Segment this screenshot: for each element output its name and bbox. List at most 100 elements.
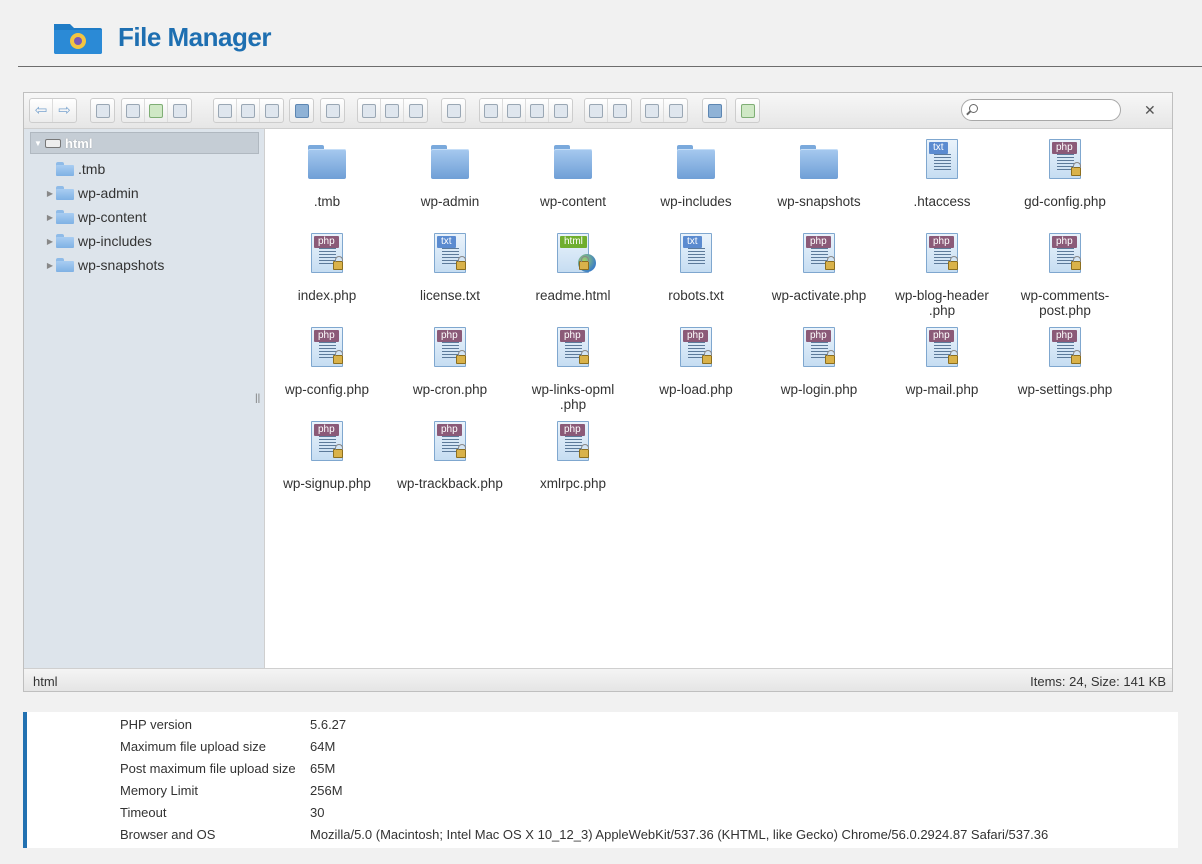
- file-item[interactable]: wp-admin: [390, 135, 510, 209]
- folder-gear-icon: [54, 24, 102, 54]
- mkfile-button[interactable]: [145, 99, 168, 122]
- folder-icon: [56, 258, 74, 272]
- search-box[interactable]: [961, 99, 1121, 121]
- info-icon: [294, 103, 309, 118]
- file-item[interactable]: wp-content: [513, 135, 633, 209]
- expand-icon[interactable]: ▶: [44, 237, 56, 246]
- file-item[interactable]: php wp-login.php: [759, 323, 879, 397]
- select-button[interactable]: [260, 99, 283, 122]
- file-item[interactable]: wp-includes: [636, 135, 756, 209]
- file-item[interactable]: txt license.txt: [390, 229, 510, 303]
- file-item[interactable]: php wp-load.php: [636, 323, 756, 397]
- file-item[interactable]: php wp-settings.php: [1005, 323, 1125, 397]
- resize-icon: [553, 103, 568, 118]
- lock-icon: [333, 444, 343, 458]
- tree-item-wp-snapshots[interactable]: ▶ wp-snapshots: [44, 255, 164, 275]
- lock-icon: [579, 444, 589, 458]
- file-item[interactable]: php gd-config.php: [1005, 135, 1125, 209]
- current-path: html: [33, 674, 58, 689]
- file-item[interactable]: .tmb: [267, 135, 387, 209]
- help-button[interactable]: [703, 99, 726, 122]
- file-name: wp-mail.php: [905, 382, 979, 397]
- forward-button[interactable]: ⇨: [53, 99, 76, 122]
- file-item[interactable]: php wp-signup.php: [267, 417, 387, 491]
- file-item[interactable]: txt .htaccess: [882, 135, 1002, 209]
- archive-button[interactable]: [608, 99, 631, 122]
- open-button[interactable]: [214, 99, 237, 122]
- paste-button[interactable]: [404, 99, 427, 122]
- file-type-tag: php: [1052, 330, 1077, 342]
- html-file-icon: html: [547, 229, 599, 285]
- php-file-icon: php: [793, 229, 845, 285]
- expand-icon[interactable]: ▶: [44, 261, 56, 270]
- sysinfo-value: 5.6.27: [310, 717, 347, 732]
- rename-button[interactable]: [503, 99, 526, 122]
- file-type-tag: php: [314, 330, 339, 342]
- file-item[interactable]: php index.php: [267, 229, 387, 303]
- tree-item-wp-includes[interactable]: ▶ wp-includes: [44, 231, 152, 251]
- file-type-tag: php: [314, 236, 339, 248]
- back-button[interactable]: ⇦: [30, 99, 53, 122]
- view-button[interactable]: [641, 99, 664, 122]
- view-icon: [645, 103, 659, 118]
- info-button[interactable]: [290, 99, 313, 122]
- file-item[interactable]: php wp-links-opml .php: [513, 323, 633, 412]
- file-name: wp-login.php: [780, 382, 858, 397]
- fullscreen-button[interactable]: [736, 99, 759, 122]
- toolbar-group: ⇦ ⇨: [29, 98, 77, 123]
- pane-resize-handle[interactable]: ||: [255, 393, 260, 404]
- php-file-icon: php: [424, 323, 476, 379]
- duplicate-button[interactable]: [480, 99, 503, 122]
- edit-button[interactable]: [526, 99, 549, 122]
- folder-icon: [670, 135, 722, 191]
- sysinfo-value: 65M: [310, 761, 336, 776]
- toolbar-group: [121, 98, 192, 123]
- file-item[interactable]: php wp-config.php: [267, 323, 387, 397]
- clear-search-icon[interactable]: ✕: [1144, 102, 1156, 119]
- file-item[interactable]: php wp-cron.php: [390, 323, 510, 397]
- file-name: wp-settings.php: [1017, 382, 1113, 397]
- cut-icon: [385, 103, 399, 118]
- collapse-icon[interactable]: ▼: [31, 139, 45, 148]
- rm-button[interactable]: [442, 99, 465, 122]
- tree-item-tmb[interactable]: ▶.tmb: [44, 159, 105, 179]
- tree-item-wp-admin[interactable]: ▶ wp-admin: [44, 183, 139, 203]
- file-item[interactable]: php xmlrpc.php: [513, 417, 633, 491]
- toolbar-group: [289, 98, 314, 123]
- quicklook-button[interactable]: [321, 99, 344, 122]
- download-button[interactable]: [237, 99, 260, 122]
- tree-root-html[interactable]: ▼ html: [30, 132, 259, 154]
- copy-icon: [362, 103, 376, 118]
- file-name: wp-content: [539, 194, 607, 209]
- folder-icon: [793, 135, 845, 191]
- lock-icon: [948, 256, 958, 270]
- file-type-tag: php: [929, 330, 954, 342]
- upload-button[interactable]: [168, 99, 191, 122]
- file-item[interactable]: php wp-activate.php: [759, 229, 879, 303]
- toolbar-group: [735, 98, 760, 123]
- resize-button[interactable]: [549, 99, 572, 122]
- edit-icon: [530, 103, 544, 118]
- expand-icon[interactable]: ▶: [44, 213, 56, 222]
- file-item[interactable]: html readme.html: [513, 229, 633, 303]
- lock-icon: [948, 350, 958, 364]
- toolbar-group: [90, 98, 115, 123]
- extract-button[interactable]: [585, 99, 608, 122]
- tree-item-wp-content[interactable]: ▶ wp-content: [44, 207, 147, 227]
- file-item[interactable]: php wp-mail.php: [882, 323, 1002, 397]
- mkdir-button[interactable]: [122, 99, 145, 122]
- file-item[interactable]: txt robots.txt: [636, 229, 756, 303]
- upload-icon: [172, 103, 187, 118]
- folder-tree: ▼ html ▶.tmb ▶wp-admin ▶wp-content ▶wp-incl…: [24, 129, 265, 668]
- folder-icon: [56, 210, 74, 224]
- search-input[interactable]: [982, 102, 1112, 118]
- file-item[interactable]: php wp-comments- post.php: [1005, 229, 1125, 318]
- netmount-button[interactable]: [91, 99, 114, 122]
- file-item[interactable]: wp-snapshots: [759, 135, 879, 209]
- file-item[interactable]: php wp-trackback.php: [390, 417, 510, 491]
- file-item[interactable]: php wp-blog-header .php: [882, 229, 1002, 318]
- cut-button[interactable]: [381, 99, 404, 122]
- expand-icon[interactable]: ▶: [44, 189, 56, 198]
- copy-button[interactable]: [358, 99, 381, 122]
- sort-button[interactable]: [664, 99, 687, 122]
